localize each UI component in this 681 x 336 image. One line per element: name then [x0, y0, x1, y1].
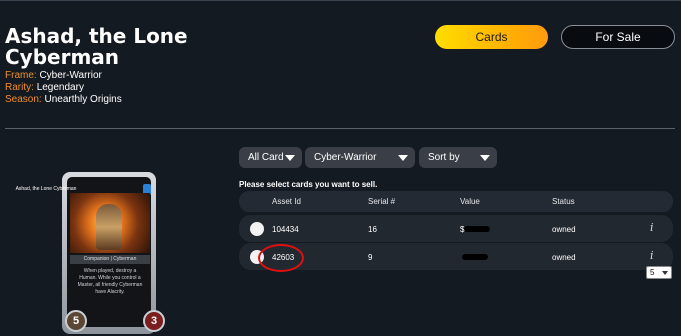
cell-status: owned: [552, 253, 576, 262]
all-card-dropdown[interactable]: All Card: [239, 147, 302, 168]
top-border: [0, 0, 681, 1]
header-value: Value: [460, 197, 480, 206]
card-ability-text: When played, destroy a Human. While you …: [77, 268, 143, 295]
meta-season-value: Unearthly Origins: [44, 94, 122, 105]
meta-frame-value: Cyber-Warrior: [39, 70, 102, 81]
meta-season-label: Season:: [5, 94, 42, 105]
meta-rarity: Rarity: Legendary: [5, 82, 84, 94]
chevron-down-icon: [480, 155, 490, 161]
chevron-down-icon: [662, 271, 668, 275]
meta-rarity-value: Legendary: [36, 82, 84, 93]
page-title: Ashad, the Lone Cyberman: [5, 24, 188, 69]
header-asset-id: Asset Id: [272, 197, 301, 206]
card-character-figure: [96, 204, 122, 250]
meta-frame-label: Frame:: [5, 70, 37, 81]
sell-instruction: Please select cards you want to sell.: [239, 180, 378, 189]
page-size-value: 5: [650, 268, 655, 277]
red-circle-annotation: [258, 244, 304, 272]
frame-dropdown-label: Cyber-Warrior: [314, 152, 377, 163]
page-size-select[interactable]: 5: [646, 266, 672, 279]
redacted-value: [462, 254, 488, 260]
chevron-down-icon: [285, 155, 295, 161]
section-divider: [5, 128, 675, 129]
card-health-stat: 3: [143, 310, 165, 332]
header-status: Status: [552, 197, 575, 206]
frame-dropdown[interactable]: Cyber-Warrior: [305, 147, 415, 168]
table-header: [239, 191, 673, 212]
info-icon[interactable]: i: [650, 221, 654, 234]
card-type-line: Companion | Cyberman: [70, 255, 150, 264]
header-serial: Serial #: [368, 197, 396, 206]
all-card-dropdown-label: All Card: [248, 152, 284, 163]
card-attack-stat: 5: [65, 310, 87, 332]
chevron-down-icon: [398, 155, 408, 161]
row-select-radio[interactable]: [250, 222, 264, 236]
meta-season: Season: Unearthly Origins: [5, 94, 122, 106]
table-row: [239, 243, 673, 270]
cell-asset-id: 104434: [272, 225, 299, 234]
card-image-name: Ashad, the Lone Cyberman: [15, 186, 77, 192]
table-row: [239, 215, 673, 242]
info-icon[interactable]: i: [650, 249, 654, 262]
cell-serial: 9: [368, 253, 373, 262]
meta-rarity-label: Rarity:: [5, 82, 34, 93]
tab-for-sale[interactable]: For Sale: [561, 25, 675, 49]
meta-frame: Frame: Cyber-Warrior: [5, 70, 102, 82]
sort-dropdown[interactable]: Sort by: [419, 147, 497, 168]
tab-cards[interactable]: Cards: [435, 25, 548, 49]
sort-dropdown-label: Sort by: [428, 152, 460, 163]
cell-serial: 16: [368, 225, 377, 234]
redacted-value: [464, 226, 490, 232]
cell-status: owned: [552, 225, 576, 234]
